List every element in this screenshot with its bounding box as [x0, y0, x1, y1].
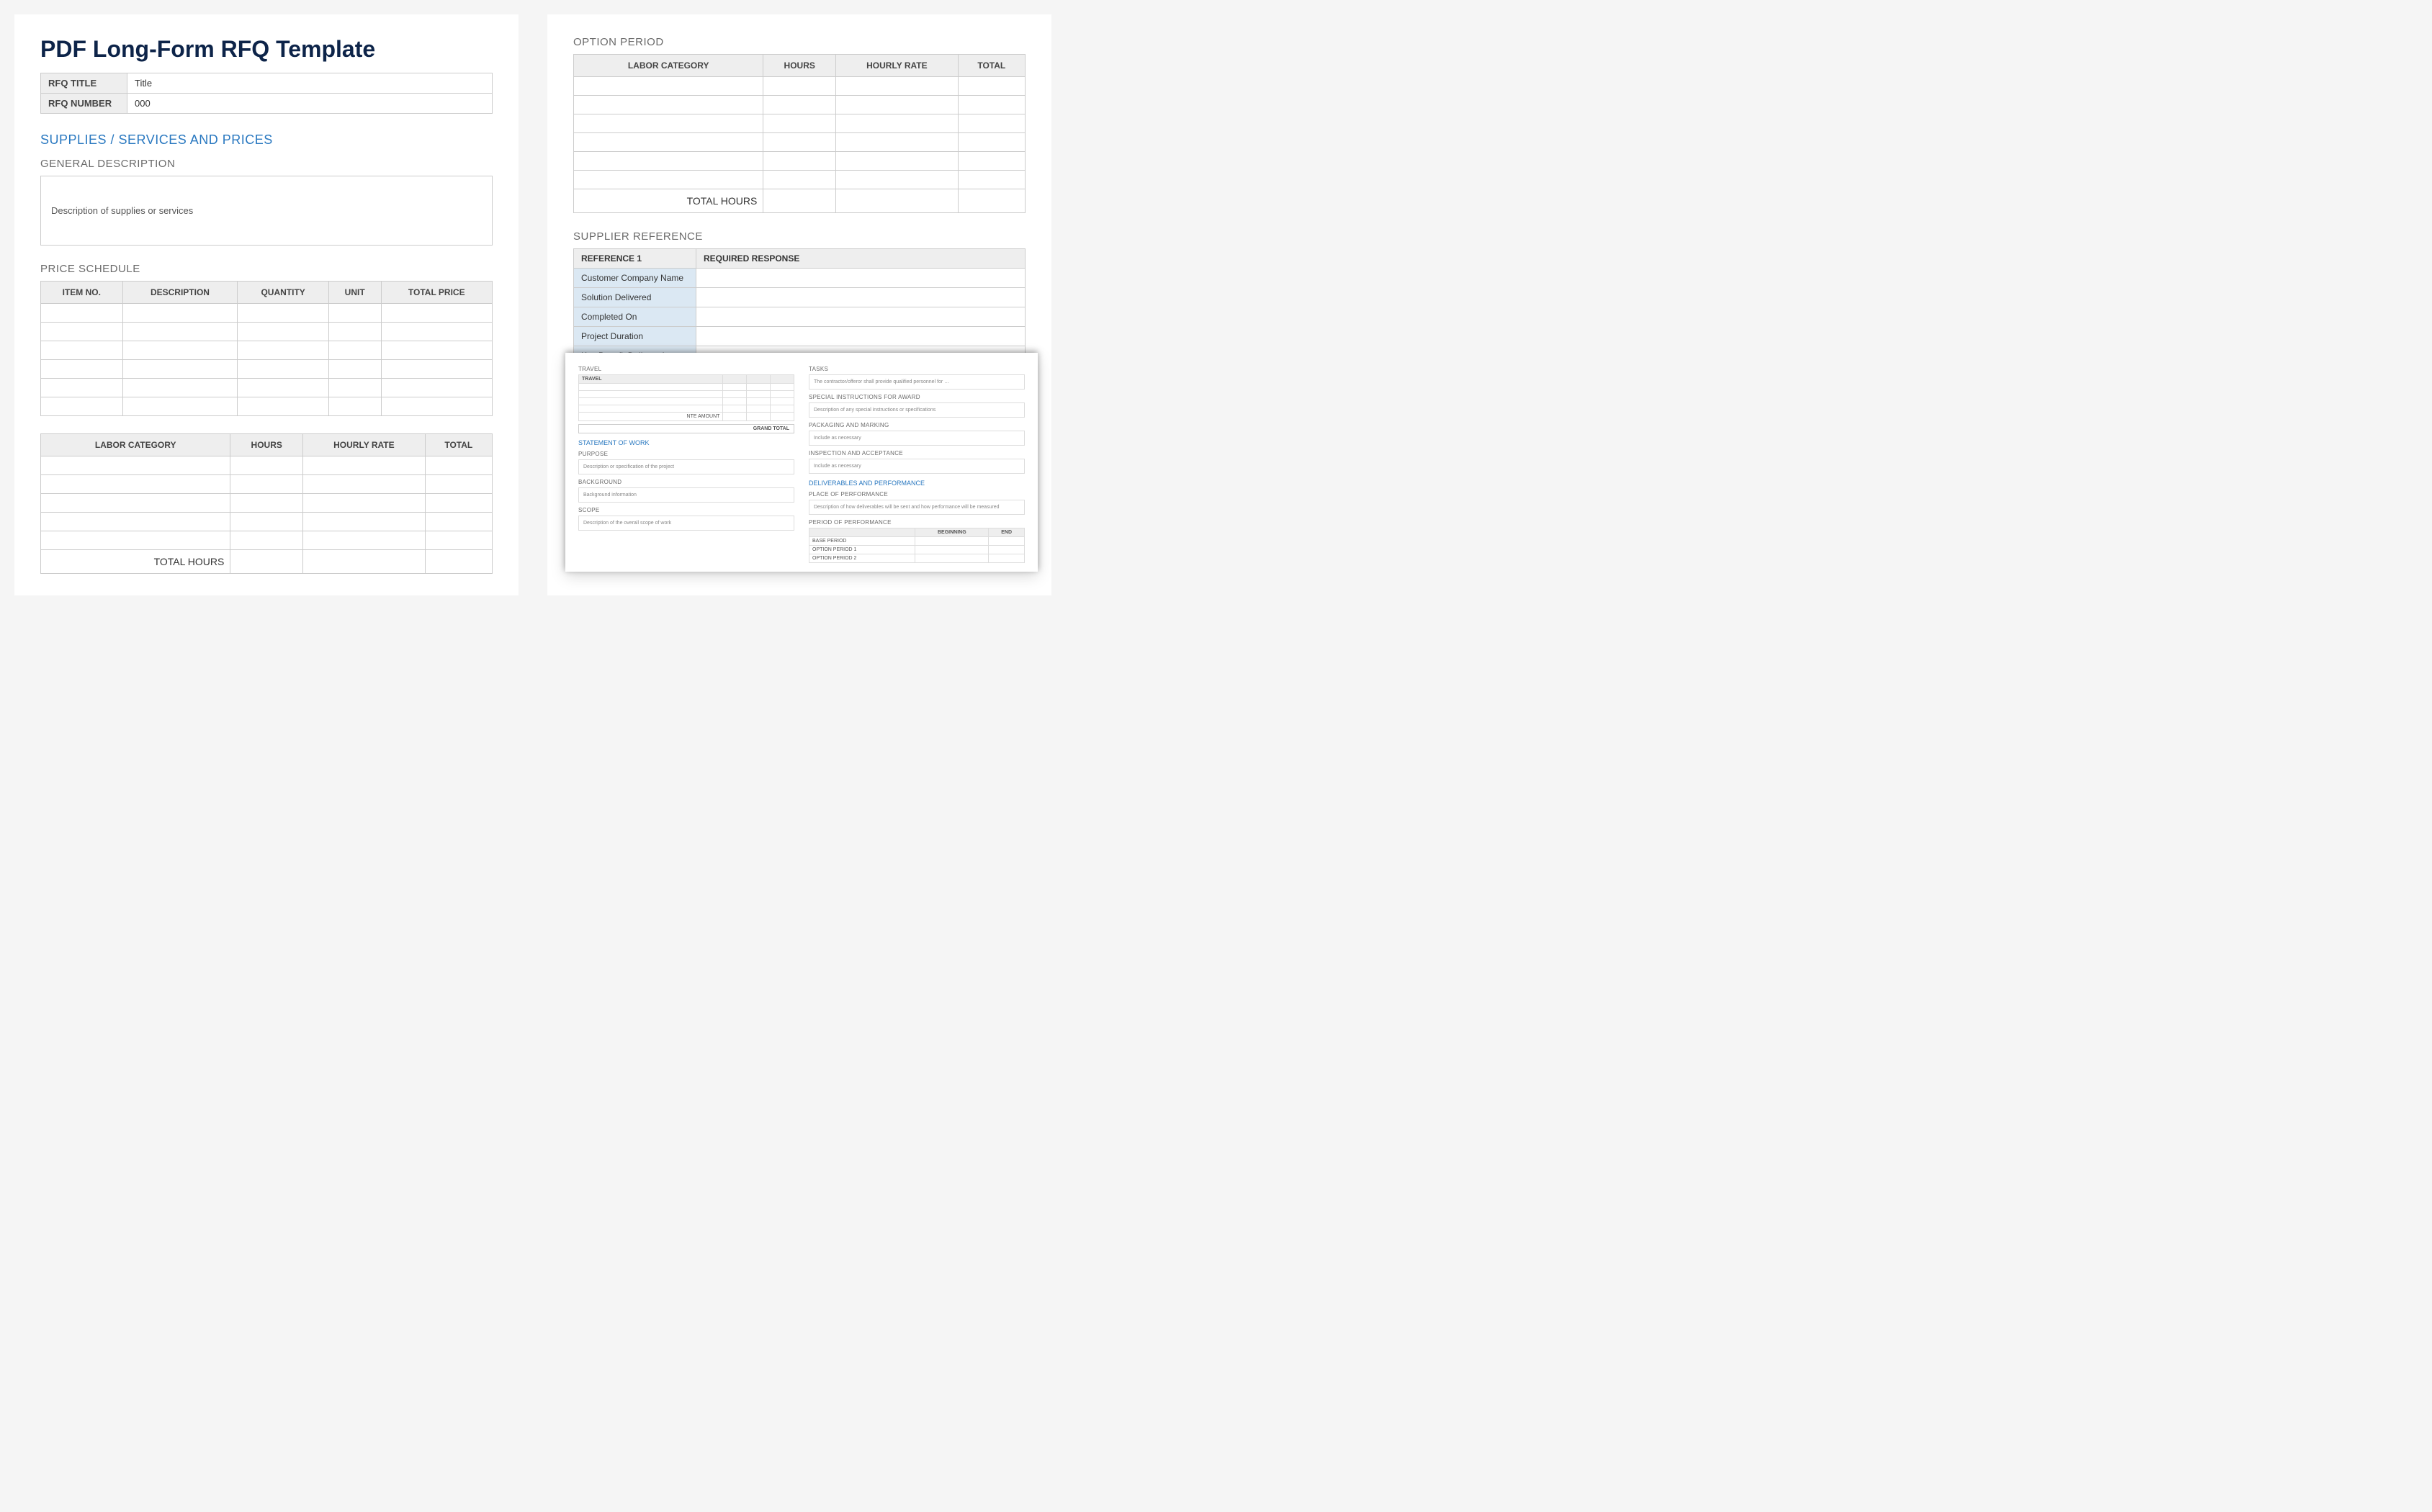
table-row[interactable] — [574, 133, 1026, 152]
purpose-header: PURPOSE — [578, 451, 794, 457]
table-row — [579, 391, 794, 398]
total-hours-label: TOTAL HOURS — [41, 550, 230, 574]
labor-header-rate: HOURLY RATE — [836, 55, 959, 77]
table-row[interactable] — [41, 304, 493, 323]
meta-table: RFQ TITLE Title RFQ NUMBER 000 — [40, 73, 493, 114]
table-row[interactable] — [574, 171, 1026, 189]
period-table: BEGINNING END BASE PERIOD OPTION PERIOD … — [809, 528, 1025, 563]
scope-box: Description of the overall scope of work — [578, 516, 794, 531]
packaging-header: PACKAGING AND MARKING — [809, 422, 1025, 428]
ref-header-2: REQUIRED RESPONSE — [696, 249, 1026, 269]
ref-row-value[interactable] — [696, 307, 1026, 327]
section-general-desc: GENERAL DESCRIPTION — [40, 158, 493, 170]
table-row[interactable] — [41, 475, 493, 494]
total-hours-row: TOTAL HOURS — [41, 550, 493, 574]
price-header-total: TOTAL PRICE — [381, 282, 493, 304]
purpose-box: Description or specification of the proj… — [578, 459, 794, 474]
period-beginning: BEGINNING — [915, 528, 989, 537]
table-row[interactable] — [41, 379, 493, 397]
section-option-period: OPTION PERIOD — [573, 36, 1026, 48]
table-row[interactable] — [41, 531, 493, 550]
packaging-box: Include as necessary — [809, 431, 1025, 446]
ref-row-value[interactable] — [696, 288, 1026, 307]
ref-row-label: Customer Company Name — [574, 269, 696, 288]
period-row: BASE PERIOD — [809, 537, 915, 546]
table-row[interactable] — [574, 114, 1026, 133]
rfq-number-value[interactable]: 000 — [127, 94, 493, 114]
sow-header: STATEMENT OF WORK — [578, 439, 794, 446]
place-header: PLACE OF PERFORMANCE — [809, 491, 1025, 498]
table-row — [579, 405, 794, 413]
table-row[interactable] — [41, 456, 493, 475]
thumb-right: TASKS The contractor/offeror shall provi… — [809, 361, 1025, 563]
price-header-qty: QUANTITY — [238, 282, 328, 304]
labor-header-hours: HOURS — [763, 55, 836, 77]
rfq-title-value[interactable]: Title — [127, 73, 493, 94]
period-row: OPTION PERIOD 1 — [809, 546, 915, 554]
period-end: END — [989, 528, 1025, 537]
section-price-schedule: PRICE SCHEDULE — [40, 263, 493, 275]
period-header: PERIOD OF PERFORMANCE — [809, 519, 1025, 526]
nte-amount: NTE AMOUNT — [579, 413, 723, 421]
table-row[interactable] — [41, 323, 493, 341]
table-row[interactable] — [574, 96, 1026, 114]
travel-col: TRAVEL — [579, 375, 723, 384]
total-hours-label: TOTAL HOURS — [574, 189, 763, 213]
section-supplies: SUPPLIES / SERVICES AND PRICES — [40, 132, 493, 148]
table-row[interactable] — [574, 77, 1026, 96]
table-row[interactable] — [41, 397, 493, 416]
labor-header-cat: LABOR CATEGORY — [41, 434, 230, 456]
ref-row-label: Project Duration — [574, 327, 696, 346]
special-header: SPECIAL INSTRUCTIONS FOR AWARD — [809, 394, 1025, 400]
overlay-preview: TRAVEL TRAVEL NTE AMOUNT GRAND TOTAL STA… — [565, 353, 1038, 572]
doc-title: PDF Long-Form RFQ Template — [40, 36, 493, 63]
ref-row-label: Completed On — [574, 307, 696, 327]
table-row — [579, 398, 794, 405]
special-box: Description of any special instructions … — [809, 402, 1025, 418]
travel-table: TRAVEL NTE AMOUNT — [578, 374, 794, 421]
labor-header-rate: HOURLY RATE — [303, 434, 426, 456]
background-header: BACKGROUND — [578, 479, 794, 485]
table-row[interactable] — [41, 360, 493, 379]
rfq-number-label: RFQ NUMBER — [41, 94, 127, 114]
rfq-title-label: RFQ TITLE — [41, 73, 127, 94]
tasks-header: TASKS — [809, 366, 1025, 372]
labor-header-total: TOTAL — [425, 434, 492, 456]
thumb-left: TRAVEL TRAVEL NTE AMOUNT GRAND TOTAL STA… — [578, 361, 794, 563]
price-header-desc: DESCRIPTION — [122, 282, 238, 304]
table-row[interactable] — [574, 152, 1026, 171]
place-box: Description of how deliverables will be … — [809, 500, 1025, 515]
labor-header-total: TOTAL — [958, 55, 1025, 77]
scope-header: SCOPE — [578, 507, 794, 513]
option-labor-table: LABOR CATEGORY HOURS HOURLY RATE TOTAL T… — [573, 54, 1026, 213]
reference-table: REFERENCE 1 REQUIRED RESPONSE Customer C… — [573, 248, 1026, 366]
total-hours-row: TOTAL HOURS — [574, 189, 1026, 213]
period-row: OPTION PERIOD 2 — [809, 554, 915, 563]
ref-row-value[interactable] — [696, 269, 1026, 288]
grand-total: GRAND TOTAL — [578, 424, 794, 433]
table-row[interactable] — [41, 341, 493, 360]
page-1: PDF Long-Form RFQ Template RFQ TITLE Tit… — [14, 14, 519, 595]
price-schedule-table: ITEM NO. DESCRIPTION QUANTITY UNIT TOTAL… — [40, 281, 493, 416]
ref-row-label: Solution Delivered — [574, 288, 696, 307]
travel-header: TRAVEL — [578, 366, 794, 372]
price-header-unit: UNIT — [328, 282, 381, 304]
inspection-box: Include as necessary — [809, 459, 1025, 474]
labor-table: LABOR CATEGORY HOURS HOURLY RATE TOTAL T… — [40, 433, 493, 574]
section-supplier-ref: SUPPLIER REFERENCE — [573, 230, 1026, 243]
inspection-header: INSPECTION AND ACCEPTANCE — [809, 450, 1025, 456]
price-header-item: ITEM NO. — [41, 282, 123, 304]
deliverables-header: DELIVERABLES AND PERFORMANCE — [809, 480, 1025, 487]
labor-header-cat: LABOR CATEGORY — [574, 55, 763, 77]
labor-header-hours: HOURS — [230, 434, 303, 456]
general-desc-box[interactable]: Description of supplies or services — [40, 176, 493, 246]
ref-row-value[interactable] — [696, 327, 1026, 346]
background-box: Background information — [578, 487, 794, 503]
tasks-box: The contractor/offeror shall provide qua… — [809, 374, 1025, 390]
table-row[interactable] — [41, 513, 493, 531]
document-canvas: PDF Long-Form RFQ Template RFQ TITLE Tit… — [14, 14, 2418, 595]
table-row[interactable] — [41, 494, 493, 513]
ref-header-1: REFERENCE 1 — [574, 249, 696, 269]
table-row — [579, 384, 794, 391]
